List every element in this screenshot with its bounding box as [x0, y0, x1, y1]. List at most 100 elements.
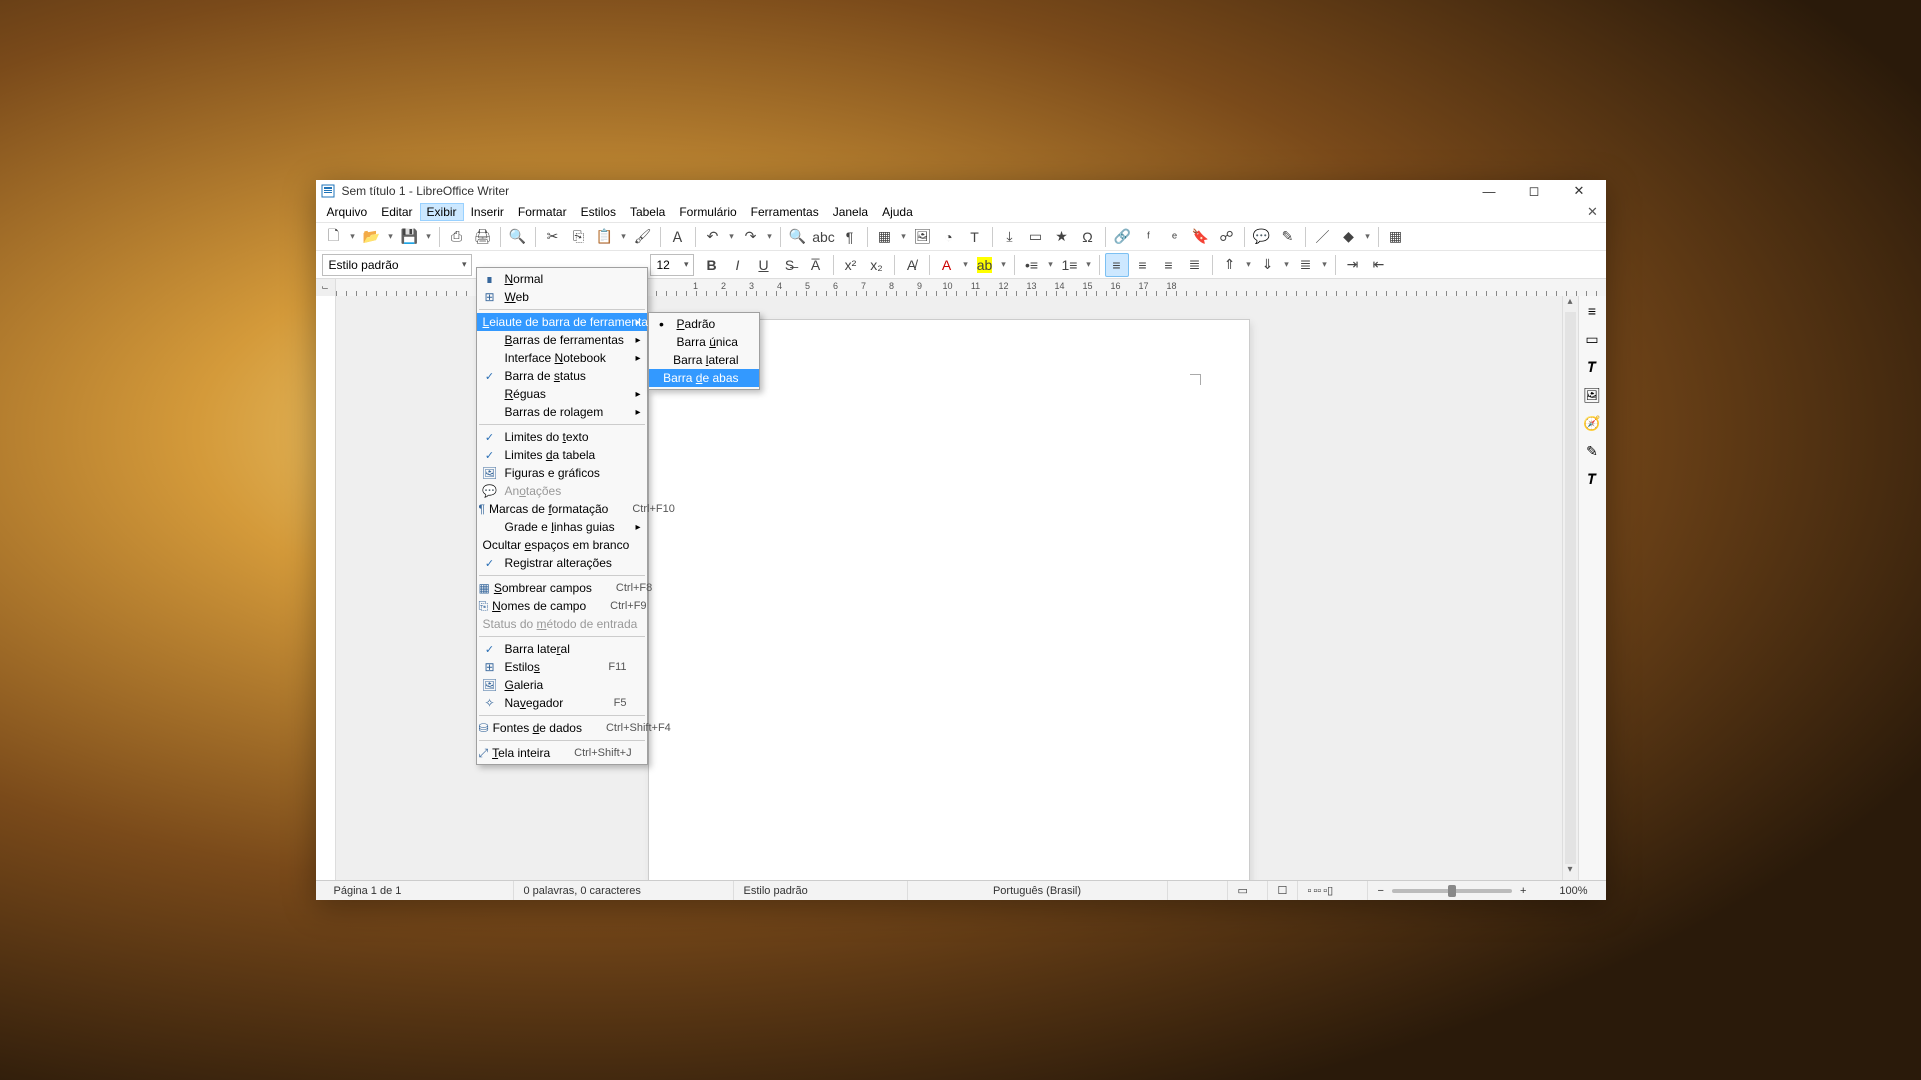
paragraph-style-combo[interactable]: Estilo padrão ▾ [322, 254, 472, 276]
status-wordcount[interactable]: 0 palavras, 0 caracteres [514, 881, 734, 900]
indent-inc-button[interactable]: ⇥ [1341, 253, 1365, 277]
view-menu-item[interactable]: 🖼Figuras e gráficos [477, 464, 647, 482]
view-menu-item[interactable]: ⤢Tela inteiraCtrl+Shift+J [477, 744, 647, 762]
find-button[interactable]: 🔍 [786, 225, 810, 249]
document-page[interactable] [649, 320, 1249, 880]
status-zoom-value[interactable]: 100% [1548, 881, 1598, 900]
align-left-button[interactable]: ≡ [1105, 253, 1129, 277]
undo-button[interactable]: ↶ [701, 225, 725, 249]
shape-button[interactable]: ◆ [1337, 225, 1361, 249]
subscript-button[interactable]: x₂ [865, 253, 889, 277]
menu-janela[interactable]: Janela [826, 203, 875, 221]
status-style[interactable]: Estilo padrão [734, 881, 908, 900]
superscript-button[interactable]: x² [839, 253, 863, 277]
dropdown-arrow-icon[interactable]: ▾ [1282, 259, 1292, 270]
indent-dec-button[interactable]: ⇤ [1367, 253, 1391, 277]
view-menu-item[interactable]: Limites da tabela [477, 446, 647, 464]
font-size-combo[interactable]: 12 ▾ [650, 254, 694, 276]
dropdown-arrow-icon[interactable]: ▾ [727, 231, 737, 242]
line-spacing-button[interactable]: ≣ [1294, 253, 1318, 277]
view-menu-item[interactable]: Registrar alterações [477, 554, 647, 572]
view-menu-item[interactable]: ¶Marcas de formataçãoCtrl+F10 [477, 500, 647, 518]
close-button[interactable]: ✕ [1557, 180, 1602, 202]
layout-submenu-item[interactable]: Barra única [649, 333, 759, 351]
vertical-scrollbar[interactable]: ▴ ▾ [1562, 296, 1578, 880]
view-menu-item[interactable]: ⛁Fontes de dadosCtrl+Shift+F4 [477, 719, 647, 737]
numbering-button[interactable]: 1≡ [1058, 253, 1082, 277]
bookmark-button[interactable]: 🔖 [1189, 225, 1213, 249]
view-menu-item[interactable]: ⊞Web [477, 288, 647, 306]
outline-up-button[interactable]: ⇑ [1218, 253, 1242, 277]
minimize-button[interactable]: ― [1467, 180, 1512, 202]
view-menu-item[interactable]: Réguas▸ [477, 385, 647, 403]
chart-button[interactable]: ◔ [937, 225, 961, 249]
paste-button[interactable]: 📋 [593, 225, 617, 249]
menu-editar[interactable]: Editar [374, 203, 419, 221]
view-menu-item[interactable]: ✧NavegadorF5 [477, 694, 647, 712]
view-menu-item[interactable]: Barras de ferramentas▸ [477, 331, 647, 349]
outline-down-button[interactable]: ⇓ [1256, 253, 1280, 277]
view-menu-item[interactable]: Ocultar espaços em branco [477, 536, 647, 554]
textbox-button[interactable]: T [963, 225, 987, 249]
view-menu-item[interactable]: Limites do texto [477, 428, 647, 446]
dock-design-button[interactable]: 𝑻 [1581, 468, 1603, 490]
redo-button[interactable]: ↷ [739, 225, 763, 249]
dock-manage-changes-button[interactable]: ✎ [1581, 440, 1603, 462]
layout-submenu-item[interactable]: Barra lateral [649, 351, 759, 369]
dropdown-arrow-icon[interactable]: ▾ [765, 231, 775, 242]
save-button[interactable]: 💾 [398, 225, 422, 249]
view-menu-item[interactable]: ⎘Nomes de campoCtrl+F9 [477, 597, 647, 615]
image-button[interactable]: 🖼 [911, 225, 935, 249]
scroll-track[interactable] [1565, 312, 1576, 864]
dropdown-arrow-icon[interactable]: ▾ [386, 231, 396, 242]
menu-tabela[interactable]: Tabela [623, 203, 672, 221]
multi-page-icon[interactable]: ▫▫ [1313, 885, 1321, 897]
single-page-icon[interactable]: ▫ [1308, 885, 1312, 897]
dropdown-arrow-icon[interactable]: ▾ [1244, 259, 1254, 270]
dropdown-arrow-icon[interactable]: ▾ [424, 231, 434, 242]
field-button[interactable]: ▭ [1024, 225, 1048, 249]
menu-ajuda[interactable]: Ajuda [875, 203, 920, 221]
view-menu-item[interactable]: Barra lateral [477, 640, 647, 658]
status-signature[interactable]: ☐ [1268, 881, 1298, 900]
print-button[interactable]: 🖨 [471, 225, 495, 249]
zoom-slider-knob[interactable] [1448, 885, 1456, 897]
clone-fmt-button[interactable]: 🖌 [631, 225, 655, 249]
special-char-button[interactable]: ★ [1050, 225, 1074, 249]
page-break-button[interactable]: ⤓ [998, 225, 1022, 249]
menu-arquivo[interactable]: Arquivo [320, 203, 375, 221]
view-menu-item[interactable]: Leiaute de barra de ferramentas▸ [477, 313, 647, 331]
dropdown-arrow-icon[interactable]: ▾ [1084, 259, 1094, 270]
document-close-button[interactable]: ✕ [1584, 204, 1602, 220]
zoom-out-icon[interactable]: − [1378, 885, 1384, 897]
highlight-button[interactable]: ab [973, 253, 997, 277]
align-justify-button[interactable]: ≣ [1183, 253, 1207, 277]
dropdown-arrow-icon[interactable]: ▾ [961, 259, 971, 270]
copy-button[interactable]: ⎘ [567, 225, 591, 249]
status-insert-mode[interactable] [1168, 881, 1228, 900]
view-menu-item[interactable]: Grade e linhas guias▸ [477, 518, 647, 536]
view-menu-item[interactable]: ∎Normal [477, 270, 647, 288]
menu-exibir[interactable]: Exibir [420, 203, 464, 221]
zoom-slider-track[interactable] [1392, 889, 1512, 893]
view-menu-item[interactable]: Interface Notebook▸ [477, 349, 647, 367]
view-menu-item[interactable]: Barra de status [477, 367, 647, 385]
view-menu-item[interactable]: ▦Sombrear camposCtrl+F8 [477, 579, 647, 597]
book-view-icon[interactable]: ▫▯ [1323, 884, 1333, 897]
track-changes-button[interactable]: ✎ [1276, 225, 1300, 249]
hyperlink-button[interactable]: 🔗 [1111, 225, 1135, 249]
bold-button[interactable]: B [700, 253, 724, 277]
scroll-down-icon[interactable]: ▾ [1563, 864, 1578, 880]
erase-format-button[interactable]: A̸ [900, 253, 924, 277]
open-button[interactable]: 📂 [360, 225, 384, 249]
menu-ferramentas[interactable]: Ferramentas [744, 203, 826, 221]
clear-fmt-button[interactable]: Ａ [666, 225, 690, 249]
menu-inserir[interactable]: Inserir [464, 203, 511, 221]
spellcheck-button[interactable]: abc [812, 225, 836, 249]
menu-estilos[interactable]: Estilos [574, 203, 623, 221]
strike-button[interactable]: S̶ [778, 253, 802, 277]
dock-properties-button[interactable]: ≡ [1581, 300, 1603, 322]
print-preview-button[interactable]: 🔍 [506, 225, 530, 249]
align-center-button[interactable]: ≡ [1131, 253, 1155, 277]
nonprinting-button[interactable]: ¶ [838, 225, 862, 249]
